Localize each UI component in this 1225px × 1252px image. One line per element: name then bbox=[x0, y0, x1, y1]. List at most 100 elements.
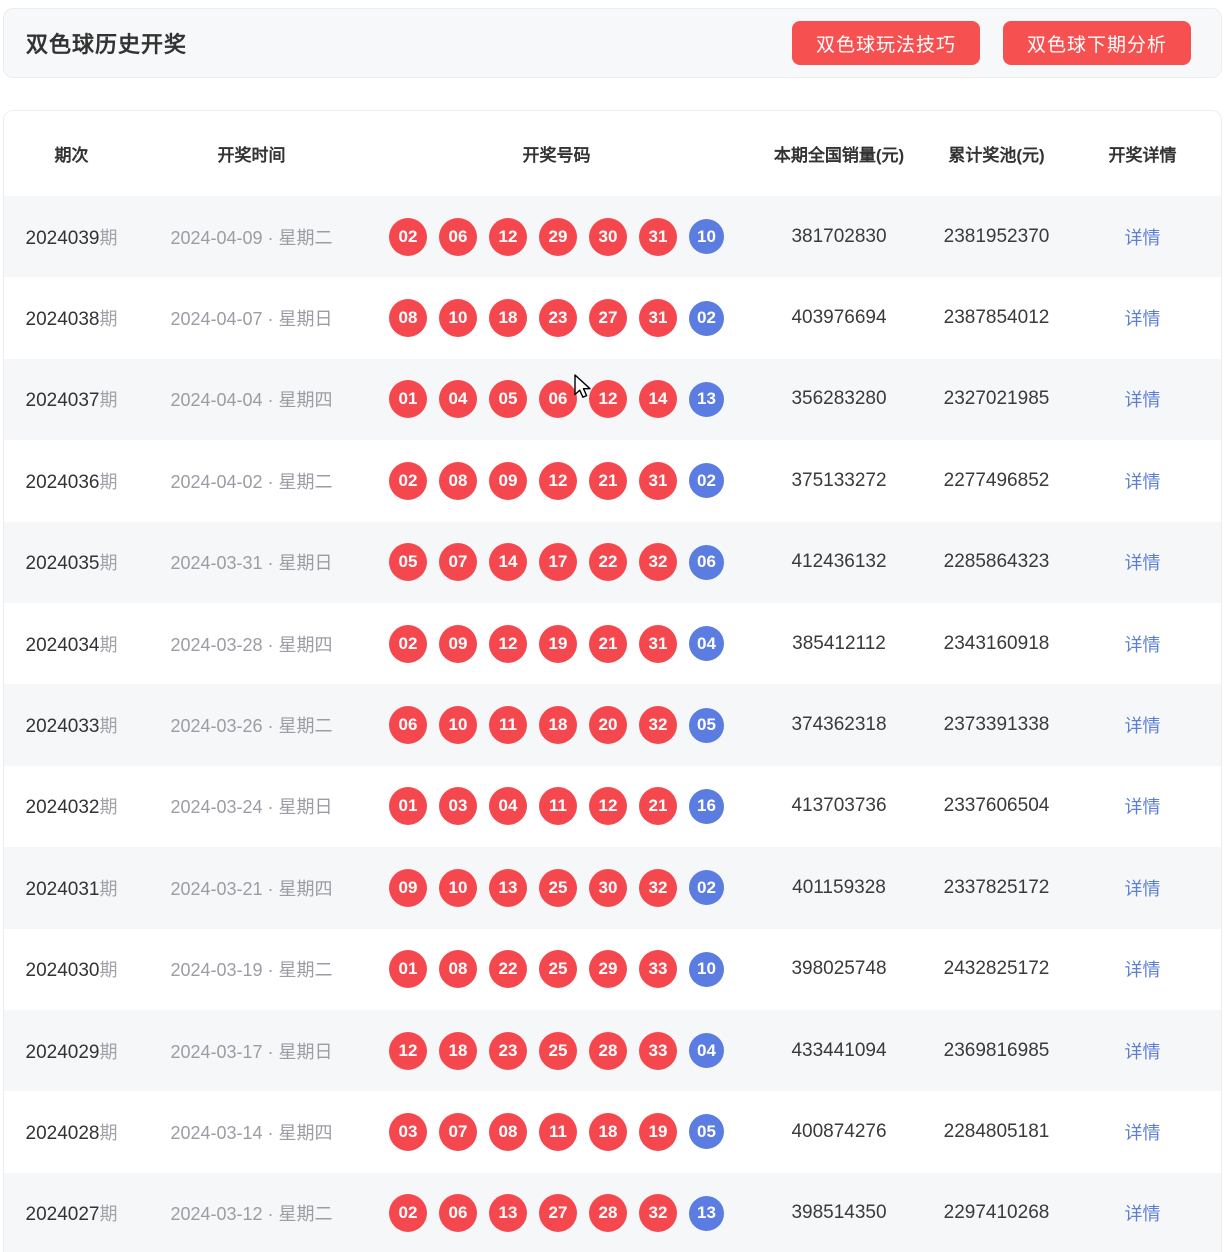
red-ball: 32 bbox=[639, 1194, 677, 1233]
sales-cell: 401159328 bbox=[792, 876, 886, 898]
numbers-cell: 01 03 04 11 12 21 16 bbox=[364, 787, 749, 826]
column-header-draw-time: 开奖时间 bbox=[217, 146, 286, 165]
results-table: 期次 开奖时间 开奖号码 本期全国销量(元) 累计奖池(元) 开奖详情 2024… bbox=[3, 110, 1222, 1252]
pool-cell: 2432825172 bbox=[943, 958, 1050, 980]
red-ball: 31 bbox=[639, 217, 677, 256]
red-ball: 02 bbox=[389, 1194, 427, 1233]
red-ball: 03 bbox=[389, 1112, 427, 1151]
details-link[interactable]: 详情 bbox=[1125, 472, 1161, 492]
draw-time-cell: 2024-03-31 · 星期日 bbox=[170, 553, 333, 574]
table-row: 2024033期 2024-03-26 · 星期二 06 10 11 18 20 32 05… bbox=[4, 684, 1221, 766]
details-link[interactable]: 详情 bbox=[1125, 1204, 1161, 1224]
details-link[interactable]: 详情 bbox=[1125, 797, 1161, 817]
red-ball: 12 bbox=[389, 1031, 427, 1070]
red-ball: 27 bbox=[539, 1194, 577, 1233]
play-tips-button[interactable]: 双色球玩法技巧 bbox=[791, 21, 980, 65]
numbers-cell: 12 18 23 25 28 33 04 bbox=[364, 1031, 749, 1070]
red-ball: 10 bbox=[439, 868, 477, 907]
details-link[interactable]: 详情 bbox=[1125, 309, 1161, 329]
details-link[interactable]: 详情 bbox=[1125, 879, 1161, 899]
draw-time-cell: 2024-03-26 · 星期二 bbox=[170, 716, 333, 737]
red-ball: 03 bbox=[439, 787, 477, 826]
details-link[interactable]: 详情 bbox=[1125, 1123, 1161, 1143]
table-row: 2024028期 2024-03-14 · 星期四 03 07 08 11 18 19 05… bbox=[4, 1091, 1221, 1173]
pool-cell: 2285864323 bbox=[943, 551, 1050, 573]
red-ball: 09 bbox=[439, 624, 477, 663]
red-ball: 12 bbox=[589, 787, 627, 826]
next-draw-analysis-button[interactable]: 双色球下期分析 bbox=[1002, 21, 1191, 65]
details-link[interactable]: 详情 bbox=[1125, 390, 1161, 410]
red-ball: 07 bbox=[439, 543, 477, 582]
numbers-cell: 02 06 12 29 30 31 10 bbox=[364, 217, 749, 256]
red-ball: 23 bbox=[539, 299, 577, 338]
blue-ball: 02 bbox=[689, 463, 724, 499]
column-header-sales: 本期全国销量(元) bbox=[773, 146, 905, 165]
table-row: 2024029期 2024-03-17 · 星期日 12 18 23 25 28 33 04… bbox=[4, 1009, 1221, 1092]
red-ball: 10 bbox=[439, 299, 477, 338]
blue-ball: 02 bbox=[689, 300, 724, 336]
red-ball: 28 bbox=[589, 1031, 627, 1070]
red-ball: 25 bbox=[539, 868, 577, 907]
red-ball: 31 bbox=[639, 624, 677, 663]
details-link[interactable]: 详情 bbox=[1125, 1042, 1161, 1062]
draw-time-cell: 2024-04-07 · 星期日 bbox=[170, 309, 333, 330]
period-cell: 2024027期 bbox=[25, 1204, 118, 1226]
red-ball: 31 bbox=[639, 299, 677, 338]
sales-cell: 433441094 bbox=[791, 1039, 887, 1061]
draw-time-cell: 2024-03-12 · 星期二 bbox=[170, 1204, 333, 1225]
red-ball: 04 bbox=[439, 380, 477, 419]
red-ball: 06 bbox=[539, 380, 577, 419]
sales-cell: 412436132 bbox=[791, 551, 887, 573]
red-ball: 08 bbox=[489, 1112, 527, 1151]
details-link[interactable]: 详情 bbox=[1125, 635, 1161, 655]
red-ball: 18 bbox=[439, 1031, 477, 1070]
draw-time-cell: 2024-03-28 · 星期四 bbox=[170, 634, 333, 655]
period-cell: 2024039期 bbox=[25, 227, 118, 249]
numbers-cell: 02 06 13 27 28 32 13 bbox=[364, 1194, 749, 1233]
details-link[interactable]: 详情 bbox=[1125, 228, 1161, 248]
header-buttons: 双色球玩法技巧 双色球下期分析 bbox=[791, 21, 1191, 65]
red-ball: 12 bbox=[539, 461, 577, 500]
sales-cell: 398025748 bbox=[791, 958, 887, 980]
red-ball: 32 bbox=[639, 543, 677, 582]
red-ball: 30 bbox=[589, 868, 627, 907]
blue-ball: 10 bbox=[689, 951, 724, 987]
red-ball: 11 bbox=[489, 706, 527, 745]
pool-cell: 2327021985 bbox=[943, 388, 1050, 410]
period-cell: 2024034期 bbox=[25, 634, 118, 656]
period-cell: 2024031期 bbox=[25, 878, 118, 900]
pool-cell: 2369816985 bbox=[943, 1039, 1050, 1061]
column-header-period: 期次 bbox=[54, 146, 89, 165]
pool-cell: 2387854012 bbox=[943, 307, 1050, 329]
details-link[interactable]: 详情 bbox=[1125, 716, 1161, 736]
red-ball: 12 bbox=[489, 217, 527, 256]
red-ball: 30 bbox=[589, 217, 627, 256]
red-ball: 14 bbox=[639, 380, 677, 419]
red-ball: 01 bbox=[389, 950, 427, 989]
red-ball: 29 bbox=[539, 217, 577, 256]
red-ball: 11 bbox=[539, 787, 577, 826]
red-ball: 21 bbox=[589, 461, 627, 500]
details-link[interactable]: 详情 bbox=[1125, 960, 1161, 980]
red-ball: 02 bbox=[389, 461, 427, 500]
sales-cell: 356283280 bbox=[791, 388, 887, 410]
draw-time-cell: 2024-03-14 · 星期四 bbox=[170, 1122, 333, 1143]
blue-ball: 05 bbox=[689, 707, 724, 743]
red-ball: 19 bbox=[639, 1112, 677, 1151]
red-ball: 22 bbox=[589, 543, 627, 582]
pool-cell: 2337825172 bbox=[943, 876, 1050, 898]
red-ball: 33 bbox=[639, 1031, 677, 1070]
sales-cell: 374362318 bbox=[791, 714, 887, 736]
sales-cell: 375133272 bbox=[791, 469, 887, 491]
red-ball: 22 bbox=[489, 950, 527, 989]
red-ball: 01 bbox=[389, 787, 427, 826]
blue-ball: 02 bbox=[689, 870, 724, 906]
red-ball: 31 bbox=[639, 461, 677, 500]
period-cell: 2024037期 bbox=[25, 390, 118, 412]
details-link[interactable]: 详情 bbox=[1125, 553, 1161, 573]
red-ball: 05 bbox=[389, 543, 427, 582]
draw-time-cell: 2024-03-17 · 星期日 bbox=[170, 1041, 333, 1062]
table-row: 2024027期 2024-03-12 · 星期二 02 06 13 27 28 32 13… bbox=[4, 1172, 1221, 1252]
blue-ball: 04 bbox=[689, 626, 724, 662]
numbers-cell: 06 10 11 18 20 32 05 bbox=[364, 706, 749, 745]
